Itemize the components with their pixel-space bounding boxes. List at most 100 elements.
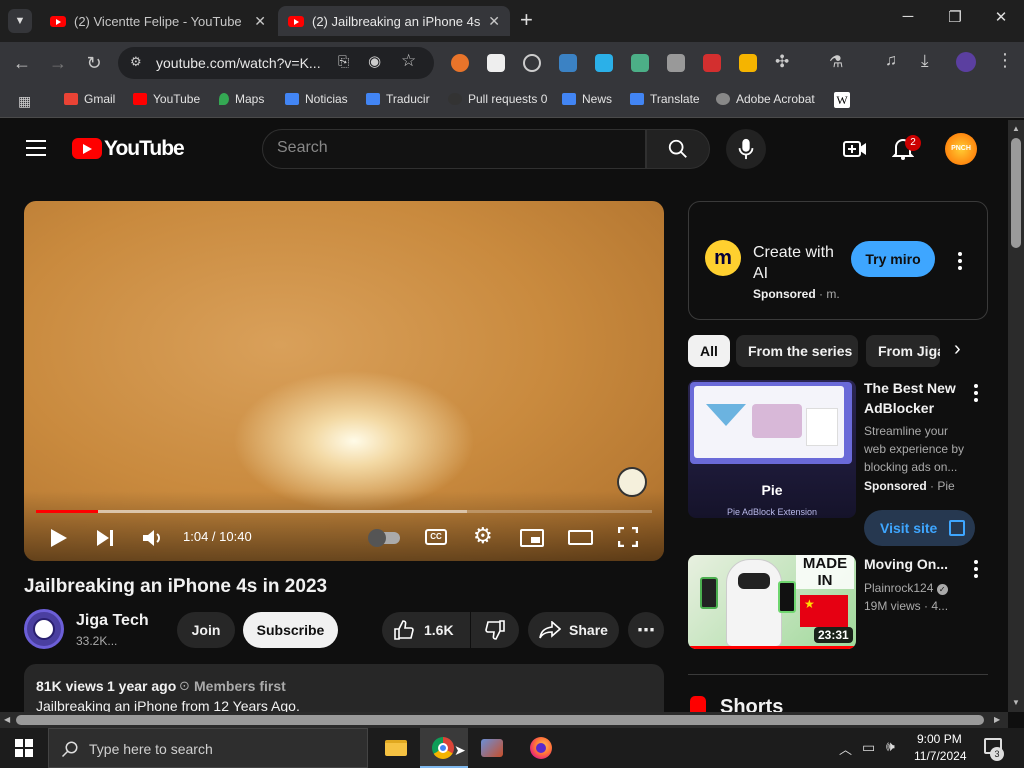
maximize-icon[interactable]: ❐	[940, 8, 970, 26]
dislike-button[interactable]	[471, 612, 519, 648]
subscribe-button[interactable]: Subscribe	[243, 612, 338, 648]
visit-site-button[interactable]: Visit site	[864, 510, 975, 546]
address-bar[interactable]: ⚙ youtube.com/watch?v=K... ⎘ ◉ ☆	[118, 47, 434, 79]
bookmark-youtube[interactable]: YouTube	[133, 92, 200, 106]
extension-icon[interactable]	[703, 54, 721, 72]
chips-next-icon[interactable]: ›	[954, 338, 961, 361]
channel-avatar[interactable]	[24, 609, 64, 649]
extensions-puzzle-icon[interactable]: ✣	[775, 52, 789, 72]
media-control-icon[interactable]: ♫	[885, 52, 897, 70]
next-icon[interactable]	[96, 529, 114, 547]
volume-icon[interactable]	[142, 528, 164, 548]
horizontal-scrollbar[interactable]: ◀ ▶	[0, 712, 1008, 728]
chip-from-jiga-tech[interactable]: From Jiga Tech	[866, 335, 940, 367]
extension-icon[interactable]	[487, 54, 505, 72]
search-input[interactable]	[277, 139, 617, 157]
extension-icon[interactable]	[595, 54, 613, 72]
clock-date[interactable]: 11/7/2024	[914, 749, 967, 763]
voice-search-button[interactable]	[726, 129, 766, 169]
miniplayer-icon[interactable]	[520, 529, 544, 547]
speaker-icon[interactable]: 🕪	[886, 738, 895, 755]
bookmark-traducir[interactable]: Traducir	[366, 92, 430, 106]
moving-on-thumbnail[interactable]: MADE IN ★ 23:31	[688, 555, 856, 649]
share-button[interactable]: Share	[528, 612, 619, 648]
sponsored-ad-card[interactable]: m Create with AI Sponsored · m. Try miro	[688, 201, 988, 320]
close-tab-icon[interactable]: ✕	[488, 13, 500, 30]
app-icon-tools[interactable]	[468, 728, 516, 768]
site-info-icon[interactable]: ⚙	[130, 54, 142, 70]
youtube-logo-text[interactable]: YouTube	[104, 137, 185, 161]
profile-avatar[interactable]	[956, 52, 976, 72]
captions-icon[interactable]: CC	[425, 529, 447, 545]
chrome-app[interactable]: ➤	[420, 728, 468, 768]
scroll-up-arrow[interactable]: ▲	[1012, 124, 1020, 133]
eye-icon[interactable]: ◉	[368, 52, 381, 70]
scroll-down-arrow[interactable]: ▼	[1012, 698, 1020, 707]
theater-mode-icon[interactable]	[568, 530, 593, 545]
autoplay-toggle[interactable]	[368, 529, 400, 547]
more-actions-button[interactable]: ⋯	[628, 612, 664, 648]
network-icon[interactable]: ▭	[862, 739, 875, 756]
labs-flask-icon[interactable]: ⚗	[829, 52, 843, 72]
bookmark-noticias[interactable]: Noticias	[285, 92, 348, 106]
firefox-app[interactable]	[517, 728, 565, 768]
like-button[interactable]: 1.6K	[382, 612, 470, 648]
vertical-scrollbar[interactable]: ▲ ▼	[1008, 120, 1024, 712]
scroll-thumb[interactable]	[1011, 138, 1021, 248]
search-box[interactable]	[262, 129, 646, 169]
show-hidden-icons[interactable]: ︿	[839, 739, 852, 758]
moving-on-title[interactable]: Moving On...	[864, 554, 964, 574]
description-box[interactable]: 81K views 1 year ago ⊙ Members first Jai…	[24, 664, 664, 712]
close-window-icon[interactable]: ✕	[986, 8, 1016, 26]
bookmark-wikipedia[interactable]: W	[834, 92, 850, 108]
scroll-thumb[interactable]	[16, 715, 984, 725]
chip-all[interactable]: All	[688, 335, 730, 367]
bookmark-pull-requests[interactable]: Pull requests 0	[448, 92, 547, 106]
pie-ad-title[interactable]: The Best New AdBlocker	[864, 378, 964, 418]
extension-icon[interactable]	[451, 54, 469, 72]
chip-from-the-series[interactable]: From the series	[736, 335, 858, 367]
apps-grid-icon[interactable]: ▦	[18, 93, 31, 110]
reload-icon[interactable]: ↻	[82, 51, 106, 75]
channel-name[interactable]: Jiga Tech	[76, 612, 149, 630]
scroll-right-arrow[interactable]: ▶	[994, 715, 1000, 724]
extension-icon[interactable]	[739, 54, 757, 72]
ad-more-icon[interactable]	[957, 252, 963, 273]
pie-ad-more-icon[interactable]	[973, 384, 979, 405]
file-explorer-app[interactable]	[371, 728, 419, 768]
extension-icon[interactable]	[667, 54, 685, 72]
play-icon[interactable]	[50, 528, 68, 548]
pie-ad-thumbnail[interactable]: Pie Pie AdBlock Extension	[688, 380, 856, 518]
try-miro-button[interactable]: Try miro	[851, 241, 935, 277]
extension-icon[interactable]	[631, 54, 649, 72]
bookmark-news[interactable]: News	[562, 92, 612, 106]
bookmark-maps[interactable]: Maps	[219, 92, 264, 106]
bookmark-star-icon[interactable]: ☆	[401, 51, 416, 71]
scroll-left-arrow[interactable]: ◀	[4, 715, 10, 724]
install-icon[interactable]: ⎘	[338, 53, 349, 70]
bookmark-translate[interactable]: Translate	[630, 92, 700, 106]
windows-start-icon[interactable]	[15, 739, 33, 757]
fullscreen-icon[interactable]	[618, 527, 638, 547]
progress-bar[interactable]	[36, 510, 652, 513]
video-player[interactable]: 1:04 / 10:40 CC ⚙	[24, 201, 664, 561]
menu-hamburger-icon[interactable]	[26, 140, 46, 156]
youtube-logo-icon[interactable]	[72, 138, 102, 159]
extension-icon[interactable]	[559, 54, 577, 72]
moving-on-channel[interactable]: Plainrock124 ✓	[864, 579, 948, 597]
new-tab-button[interactable]: +	[520, 7, 533, 33]
browser-menu-icon[interactable]: ⋮	[996, 50, 1014, 71]
bookmark-gmail[interactable]: Gmail	[64, 92, 115, 106]
settings-gear-icon[interactable]: ⚙	[473, 523, 493, 549]
tab-jailbreaking[interactable]: (2) Jailbreaking an iPhone 4s in 2023 - …	[278, 6, 510, 36]
back-icon[interactable]: ←	[10, 51, 34, 75]
create-video-icon[interactable]	[843, 139, 867, 159]
join-button[interactable]: Join	[177, 612, 235, 648]
taskbar-search-box[interactable]: Type here to search	[48, 728, 368, 768]
moving-on-more-icon[interactable]	[973, 560, 979, 581]
user-avatar[interactable]: PNCH	[945, 133, 977, 165]
tab-vicentte[interactable]: (2) Vicentte Felipe - YouTube ✕	[40, 6, 276, 36]
tab-search-button[interactable]: ▼	[8, 9, 32, 33]
clock-time[interactable]: 9:00 PM	[917, 732, 962, 746]
minimize-icon[interactable]: ─	[893, 8, 923, 25]
